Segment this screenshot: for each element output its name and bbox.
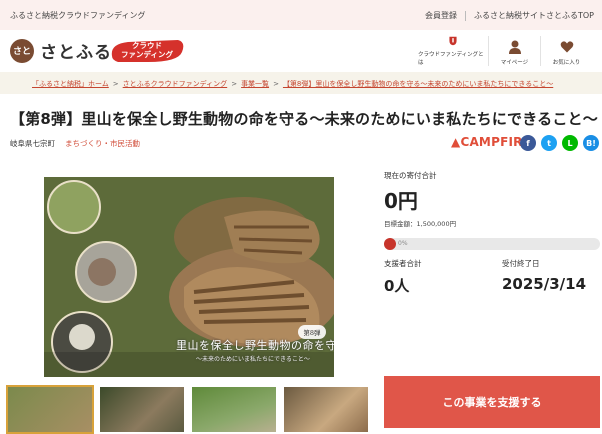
crowdfunding-badge-text: クラウド ファンディング [121,41,173,59]
progress-percent: 0% [398,240,408,247]
twitter-icon[interactable]: t [541,135,557,151]
breadcrumb-sep: > [112,80,119,88]
nav-favorites[interactable]: お気に入り [540,36,592,66]
logo-mark-icon: さと [10,38,34,63]
project-category[interactable]: まちづくり・市民活動 [65,139,140,148]
facebook-icon[interactable]: f [520,135,536,151]
person-icon [508,40,521,54]
progress-bar: 0% [384,238,600,250]
main-project-image[interactable]: 第8弾 里山を保全し野生動物の命を守る ～未来のためにいま私たちにできること～ [44,177,334,377]
current-amount-label: 現在の寄付合計 [384,171,437,180]
divider [464,10,466,21]
top-links: 会員登録 ふるさと納税サイトさとふるTOP [425,10,594,21]
progress-fill [384,238,396,250]
thumbnail-3[interactable] [192,387,276,432]
breadcrumb-home[interactable]: 「ふるさと納税」ホーム [32,80,109,88]
deadline-date: 2025/3/14 [502,275,587,293]
register-link[interactable]: 会員登録 [425,10,457,21]
breadcrumb-sep: > [273,80,279,88]
site-header: さと さとふる クラウド ファンディング クラウドファンディングとは マイページ… [0,30,602,72]
satofull-top-link[interactable]: ふるさと納税サイトさとふるTOP [474,10,594,21]
supporters-stat: 支援者合計 0人 [384,258,422,296]
hero-caption: 里山を保全し野生動物の命を守る [176,339,334,352]
page-title: 【第8弾】里山を保全し野生動物の命を守る～未来のためにいま私たちにできること～ [10,110,598,128]
breadcrumb-current[interactable]: 【第8弾】里山を保全し野生動物の命を守る～未来のためにいま私たちにできること～ [283,80,553,88]
site-label: ふるさと納税クラウドファンディング [10,11,146,20]
top-bar: ふるさと納税クラウドファンディング 会員登録 ふるさと納税サイトさとふるTOP [0,0,602,30]
breadcrumb-sep: > [231,80,238,88]
site-logo[interactable]: さと さとふる [10,38,112,63]
thumbnail-4[interactable] [284,387,368,432]
goal-amount: 目標金額：1,500,000円 [384,220,457,228]
line-icon[interactable]: L [562,135,578,151]
nav-favorites-label: お気に入り [552,60,581,66]
thumbnail-strip [6,385,376,434]
nav-mypage[interactable]: マイページ [488,36,540,66]
nav-about-crowdfunding[interactable]: クラウドファンディングとは [418,36,488,66]
logo-text: さとふる [40,43,112,63]
breadcrumb: 「ふるさと納税」ホーム > さとふるクラウドファンディング > 事業一覧 > 【第8弾】里山… [0,72,602,94]
share-buttons: f t L B! [515,135,599,151]
thumbnail-2[interactable] [100,387,184,432]
nav-about-label: クラウドファンディングとは [418,52,484,66]
hero-subcaption: ～未来のためにいま私たちにできること～ [196,356,310,363]
hatena-icon[interactable]: B! [583,135,599,151]
support-project-button[interactable]: この事業を支援する [384,376,600,428]
current-amount: 0円 [384,189,418,213]
deadline-stat: 受付終了日 2025/3/14 [502,258,586,293]
crowdfunding-badge: クラウド ファンディング [108,38,186,64]
shield-icon [449,36,457,46]
supporters-label: 支援者合計 [384,259,422,268]
project-meta: 岐阜県七宗町 まちづくり・市民活動 [10,138,140,149]
breadcrumb-crowdfunding[interactable]: さとふるクラウドファンディング [123,80,228,88]
nav-mypage-label: マイページ [500,60,529,66]
breadcrumb-projects[interactable]: 事業一覧 [241,80,269,88]
thumbnail-1[interactable] [6,385,94,434]
project-location[interactable]: 岐阜県七宗町 [10,139,55,148]
heart-icon [560,41,573,53]
deadline-label: 受付終了日 [502,259,540,268]
funding-panel: 現在の寄付合計 0円 目標金額：1,500,000円 0% 支援者合計 0人 受… [384,170,602,295]
supporters-count: 0人 [384,277,410,295]
header-nav: クラウドファンディングとは マイページ お気に入り [418,36,592,66]
